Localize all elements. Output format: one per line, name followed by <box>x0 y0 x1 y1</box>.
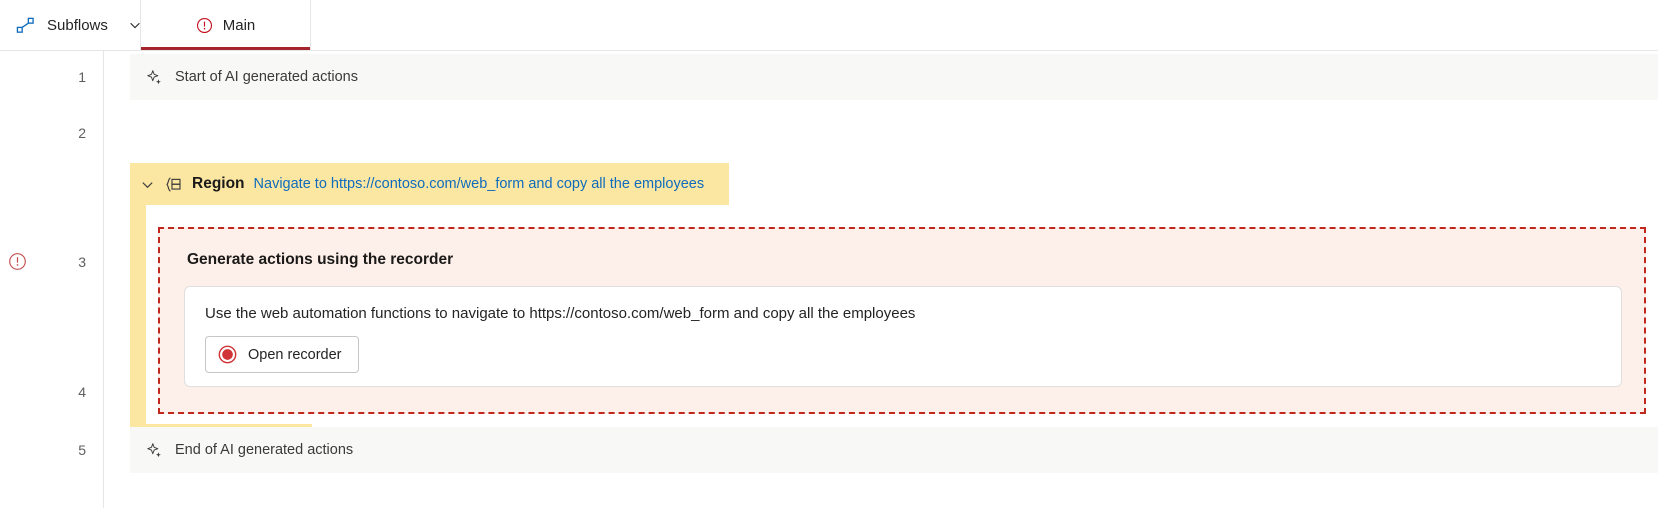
sparkle-icon <box>146 442 163 459</box>
gutter-row-1: 1 <box>0 54 103 100</box>
open-recorder-label: Open recorder <box>248 346 342 363</box>
recorder-title: Generate actions using the recorder <box>187 251 454 268</box>
line-number: 3 <box>78 254 86 270</box>
region-description: Navigate to https://contoso.com/web_form… <box>253 176 705 192</box>
tab-subflows-label: Subflows <box>47 16 108 34</box>
recorder-prompt-text: Use the web automation functions to navi… <box>205 305 916 322</box>
tab-main[interactable]: Main <box>141 0 311 50</box>
line-number-gutter: 1 2 3 4 5 <box>0 51 104 508</box>
error-circle-icon[interactable] <box>7 252 27 271</box>
action-row-label: Start of AI generated actions <box>175 69 358 85</box>
region-body-rail <box>130 205 146 424</box>
action-row-label: End of AI generated actions <box>175 442 354 458</box>
gutter-row-4: 4 <box>0 369 103 415</box>
tab-main-label: Main <box>222 16 256 34</box>
chevron-down-icon[interactable] <box>128 18 142 32</box>
action-row-end-ai[interactable]: End of AI generated actions <box>130 427 1658 473</box>
line-number: 5 <box>78 442 86 458</box>
open-recorder-button[interactable]: Open recorder <box>205 336 359 373</box>
chevron-down-icon[interactable] <box>140 177 155 192</box>
gutter-row-2: 2 <box>0 110 103 156</box>
action-row-region[interactable]: Region Navigate to https://contoso.com/w… <box>130 163 729 205</box>
gutter-row-3: 3 <box>0 239 103 285</box>
tab-subflows[interactable]: Subflows <box>0 0 141 50</box>
recorder-panel: Generate actions using the recorder Use … <box>158 227 1646 414</box>
subflow-icon <box>16 16 35 35</box>
region-keyword: Region <box>192 175 245 192</box>
flow-canvas: Start of AI generated actions Region Nav… <box>104 51 1658 508</box>
error-circle-icon <box>196 17 213 34</box>
sparkle-icon <box>146 69 163 86</box>
action-row-start-ai[interactable]: Start of AI generated actions <box>130 54 1658 100</box>
gutter-row-5: 5 <box>0 427 103 473</box>
line-number: 1 <box>78 69 86 85</box>
region-icon <box>164 175 183 194</box>
flow-workspace: 1 2 3 4 5 Start of AI generated actions … <box>0 51 1658 508</box>
line-number: 2 <box>78 125 86 141</box>
line-number: 4 <box>78 384 86 400</box>
tab-bar: Subflows Main <box>0 0 1658 51</box>
recorder-prompt-box: Use the web automation functions to navi… <box>184 286 1622 387</box>
record-icon <box>218 345 237 364</box>
